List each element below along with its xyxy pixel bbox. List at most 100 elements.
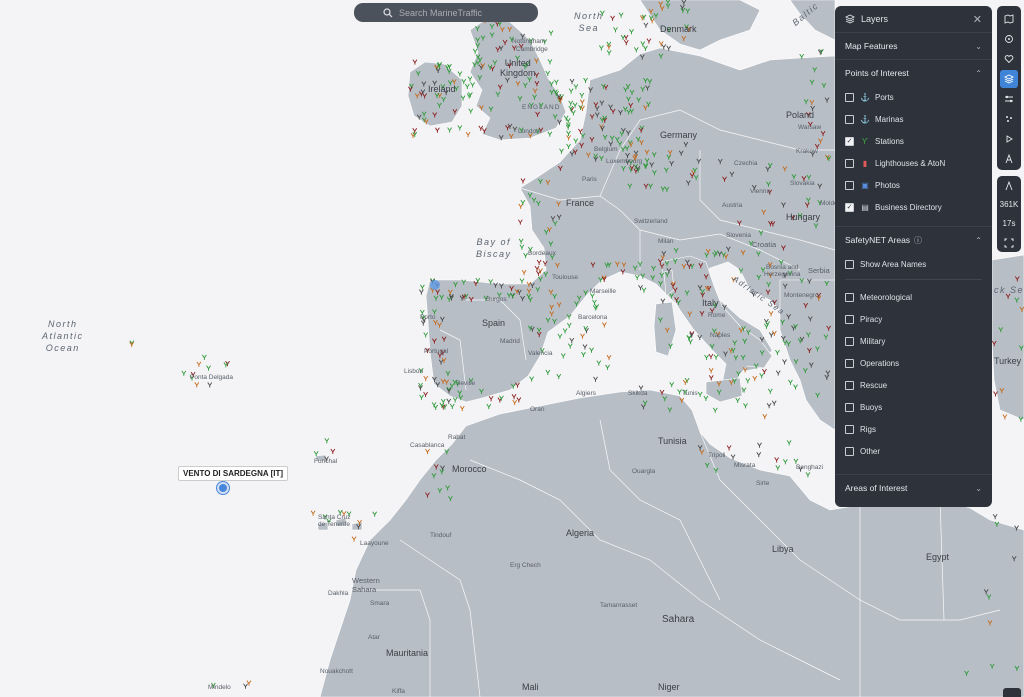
close-icon[interactable]: ✕ [973,13,982,26]
label-tamanrasset: Tamanrasset [600,602,638,609]
label-austria: Austria [722,202,743,209]
rescue-checkbox[interactable] [845,380,854,390]
ports-checkbox[interactable] [845,92,854,102]
land-turkey [991,254,1024,421]
label-turkey: Turkey [994,356,1022,366]
label-niger: Niger [658,682,680,692]
chevron-down-icon: ⌄ [975,483,982,493]
map-viewport[interactable]: North Sea Baltic Bay of Biscay North Atl… [0,0,1024,697]
business-directory-checkbox[interactable]: ✓ [845,202,854,212]
my-fleets-button[interactable] [1000,50,1018,68]
safetynet-other[interactable]: Other [835,440,992,462]
poi-ports[interactable]: ⚓ Ports [835,86,992,108]
safetynet-rigs[interactable]: Rigs [835,418,992,440]
info-icon[interactable]: ⓘ [914,235,922,246]
density-button[interactable] [1000,110,1018,128]
label-poland: Poland [786,110,815,120]
show-area-names-checkbox[interactable] [845,259,854,269]
label-north-atlantic: North Atlantic Ocean [42,319,84,353]
fullscreen-button[interactable] [997,233,1021,252]
poi-lighthouses[interactable]: ▮ Lighthouses & AtoN [835,152,992,174]
poi-stations[interactable]: ✓ Ƴ Stations [835,130,992,152]
poi-photos[interactable]: ▣ Photos [835,174,992,196]
vessel-label[interactable]: VENTO DI SARDEGNA [IT] [178,466,289,481]
divider [845,279,982,280]
layers-icon [1004,74,1014,84]
expand-button[interactable] [1003,688,1021,697]
label-nottingham: Nottingham [512,38,546,45]
playback-button[interactable] [1000,130,1018,148]
label-montenegro: Montenegro [784,292,819,299]
vessel-marker[interactable] [217,482,229,494]
poi-marinas[interactable]: ⚓ Marinas [835,108,992,130]
document-icon: ▤ [861,202,869,212]
marinas-checkbox[interactable] [845,114,854,124]
label-valencia: Valencia [528,350,553,357]
weather-button[interactable] [1000,30,1018,48]
safetynet-meteorological[interactable]: Meteorological [835,286,992,308]
section-safetynet[interactable]: SafetyNET Areas ⓘ ⌃ [835,226,992,253]
map-options-button[interactable] [1000,10,1018,28]
label-tunis: Tunis [682,390,698,397]
label-sirte: Sirte [756,480,770,487]
poi-photos-label: Photos [875,180,900,190]
photo-icon: ▣ [861,180,869,190]
label-toulouse: Toulouse [552,274,579,281]
label-libya: Libya [772,544,794,554]
label-united-kingdom: United Kingdom [500,58,536,78]
label-ouargla: Ouargla [632,468,656,475]
label-marseille: Marseille [590,288,617,295]
poi-business-label: Business Directory [875,202,942,212]
meteorological-checkbox[interactable] [845,292,854,302]
other-checkbox[interactable] [845,446,854,456]
stations-checkbox[interactable]: ✓ [845,136,854,146]
safetynet-item-label: Buoys [860,402,883,412]
measure-button[interactable] [1000,150,1018,168]
label-ponta-delgada: Ponta Delgada [190,374,234,381]
label-santa-cruz: Santa Cruz de Tenerife [318,514,351,528]
operations-checkbox[interactable] [845,358,854,368]
military-checkbox[interactable] [845,336,854,346]
safetynet-piracy[interactable]: Piracy [835,308,992,330]
layers-button[interactable] [1000,70,1018,88]
section-points-of-interest[interactable]: Points of Interest ⌃ [835,59,992,86]
selected-port-marker[interactable] [430,280,440,290]
buoys-checkbox[interactable] [845,402,854,412]
label-misrata: Misrata [734,462,756,469]
section-map-features-label: Map Features [845,41,898,51]
label-algiers: Algiers [576,390,596,397]
piracy-checkbox[interactable] [845,314,854,324]
photos-checkbox[interactable] [845,180,854,190]
safetynet-military[interactable]: Military [835,330,992,352]
section-areas-of-interest[interactable]: Areas of Interest ⌄ [835,474,992,501]
lighthouse-icon: ▮ [862,158,868,168]
search-input[interactable] [399,7,509,18]
safetynet-rescue[interactable]: Rescue [835,374,992,396]
safetynet-show-area-names[interactable]: Show Area Names [835,253,992,275]
search-bar[interactable] [354,3,538,22]
vessel-icon [1005,180,1013,190]
label-germany: Germany [660,130,698,140]
poi-ports-label: Ports [875,92,894,102]
rigs-checkbox[interactable] [845,424,854,434]
weather-icon [1005,35,1013,43]
filters-button[interactable] [1000,90,1018,108]
station-flag-icon: Ƴ [861,136,869,146]
poi-business-directory[interactable]: ✓ ▤ Business Directory [835,196,992,218]
lighthouses-checkbox[interactable] [845,158,854,168]
safetynet-item-label: Other [860,446,881,456]
label-dakhla: Dakhla [328,590,349,597]
label-paris: Paris [582,176,597,183]
label-slovakia: Slovakia [790,180,815,187]
label-funchal: Funchal [314,458,338,465]
label-erg-chech: Erg Chech [510,562,541,569]
section-safetynet-label: SafetyNET Areas [845,235,911,245]
section-map-features[interactable]: Map Features ⌄ [835,32,992,59]
vessels-count-button[interactable] [997,176,1021,195]
anchor-gray-icon: ⚓ [860,114,870,124]
chevron-up-icon: ⌃ [975,68,982,78]
safetynet-buoys[interactable]: Buoys [835,396,992,418]
safetynet-item-label: Rescue [860,380,888,390]
refresh-timer: 17s [1002,219,1016,228]
safetynet-operations[interactable]: Operations [835,352,992,374]
